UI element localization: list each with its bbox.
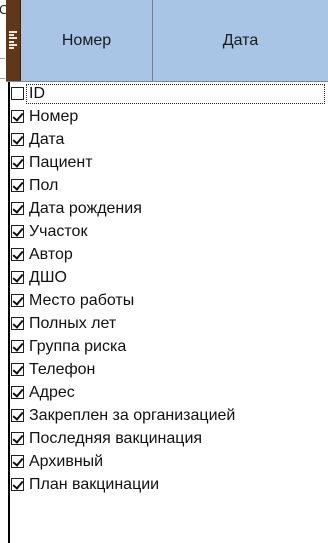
column-checkbox[interactable] — [11, 202, 24, 215]
column-checkbox[interactable] — [11, 248, 24, 261]
column-option-label: Телефон — [29, 360, 96, 378]
column-checkbox[interactable] — [11, 317, 24, 330]
column-checkbox[interactable] — [11, 386, 24, 399]
column-option-label: Адрес — [29, 383, 75, 401]
column-option-label: Последняя вакцинация — [29, 429, 203, 447]
column-option-label: Дата — [29, 130, 65, 148]
column-header-label: Дата — [222, 31, 259, 49]
column-checkbox[interactable] — [11, 455, 24, 468]
column-option-label: ID — [26, 83, 325, 104]
column-checkbox[interactable] — [11, 133, 24, 146]
column-option-label: Закреплен за организацией — [29, 406, 236, 424]
grid-header: Номер Дата — [6, 0, 328, 82]
column-option-label: Автор — [29, 245, 73, 263]
column-option-label: Архивный — [29, 452, 104, 470]
column-option-label: Дата рождения — [29, 199, 142, 217]
column-option-label: Пациент — [29, 153, 93, 171]
column-checkbox[interactable] — [11, 87, 24, 100]
column-option-author[interactable]: Автор — [10, 243, 328, 266]
column-option-address[interactable]: Адрес — [10, 381, 328, 404]
column-option-label: Номер — [29, 107, 79, 125]
column-option-dsho[interactable]: ДШО — [10, 266, 328, 289]
column-checkbox[interactable] — [11, 179, 24, 192]
column-option-risk-group[interactable]: Группа риска — [10, 335, 328, 358]
column-checkbox[interactable] — [11, 294, 24, 307]
edge-tick — [0, 78, 5, 79]
column-option-label: План вакцинации — [29, 475, 160, 493]
column-option-sex[interactable]: Пол — [10, 174, 328, 197]
column-chooser-popup: ID Номер Дата Пациент Пол Дата рождения … — [8, 82, 328, 543]
column-option-id[interactable]: ID — [10, 82, 328, 105]
column-checkbox[interactable] — [11, 225, 24, 238]
column-checkbox[interactable] — [11, 110, 24, 123]
edge-tick — [0, 58, 5, 59]
column-option-label: Место работы — [29, 291, 135, 309]
column-header-label: Номер — [61, 31, 112, 49]
column-option-full-years[interactable]: Полных лет — [10, 312, 328, 335]
column-checkbox[interactable] — [11, 432, 24, 445]
column-checkbox[interactable] — [11, 340, 24, 353]
column-option-attached-org[interactable]: Закреплен за организацией — [10, 404, 328, 427]
column-option-label: Пол — [29, 176, 59, 194]
column-chooser-button[interactable] — [6, 0, 21, 81]
column-header-number[interactable]: Номер — [21, 0, 153, 81]
column-checkbox[interactable] — [11, 363, 24, 376]
column-option-patient[interactable]: Пациент — [10, 151, 328, 174]
column-option-date[interactable]: Дата — [10, 128, 328, 151]
column-option-vaccination-plan[interactable]: План вакцинации — [10, 473, 328, 496]
column-checkbox[interactable] — [11, 271, 24, 284]
column-option-label: Группа риска — [29, 337, 127, 355]
column-option-label: ДШО — [29, 268, 67, 286]
column-option-phone[interactable]: Телефон — [10, 358, 328, 381]
column-chooser-icon — [9, 31, 17, 49]
column-checkbox[interactable] — [11, 409, 24, 422]
column-option-label: Полных лет — [29, 314, 117, 332]
column-checkbox[interactable] — [11, 478, 24, 491]
column-option-archived[interactable]: Архивный — [10, 450, 328, 473]
column-option-last-vaccination[interactable]: Последняя вакцинация — [10, 427, 328, 450]
column-option-workplace[interactable]: Место работы — [10, 289, 328, 312]
column-option-number[interactable]: Номер — [10, 105, 328, 128]
column-header-date[interactable]: Дата — [153, 0, 328, 81]
column-option-birth-date[interactable]: Дата рождения — [10, 197, 328, 220]
column-checkbox[interactable] — [11, 156, 24, 169]
column-option-district[interactable]: Участок — [10, 220, 328, 243]
column-option-label: Участок — [29, 222, 88, 240]
